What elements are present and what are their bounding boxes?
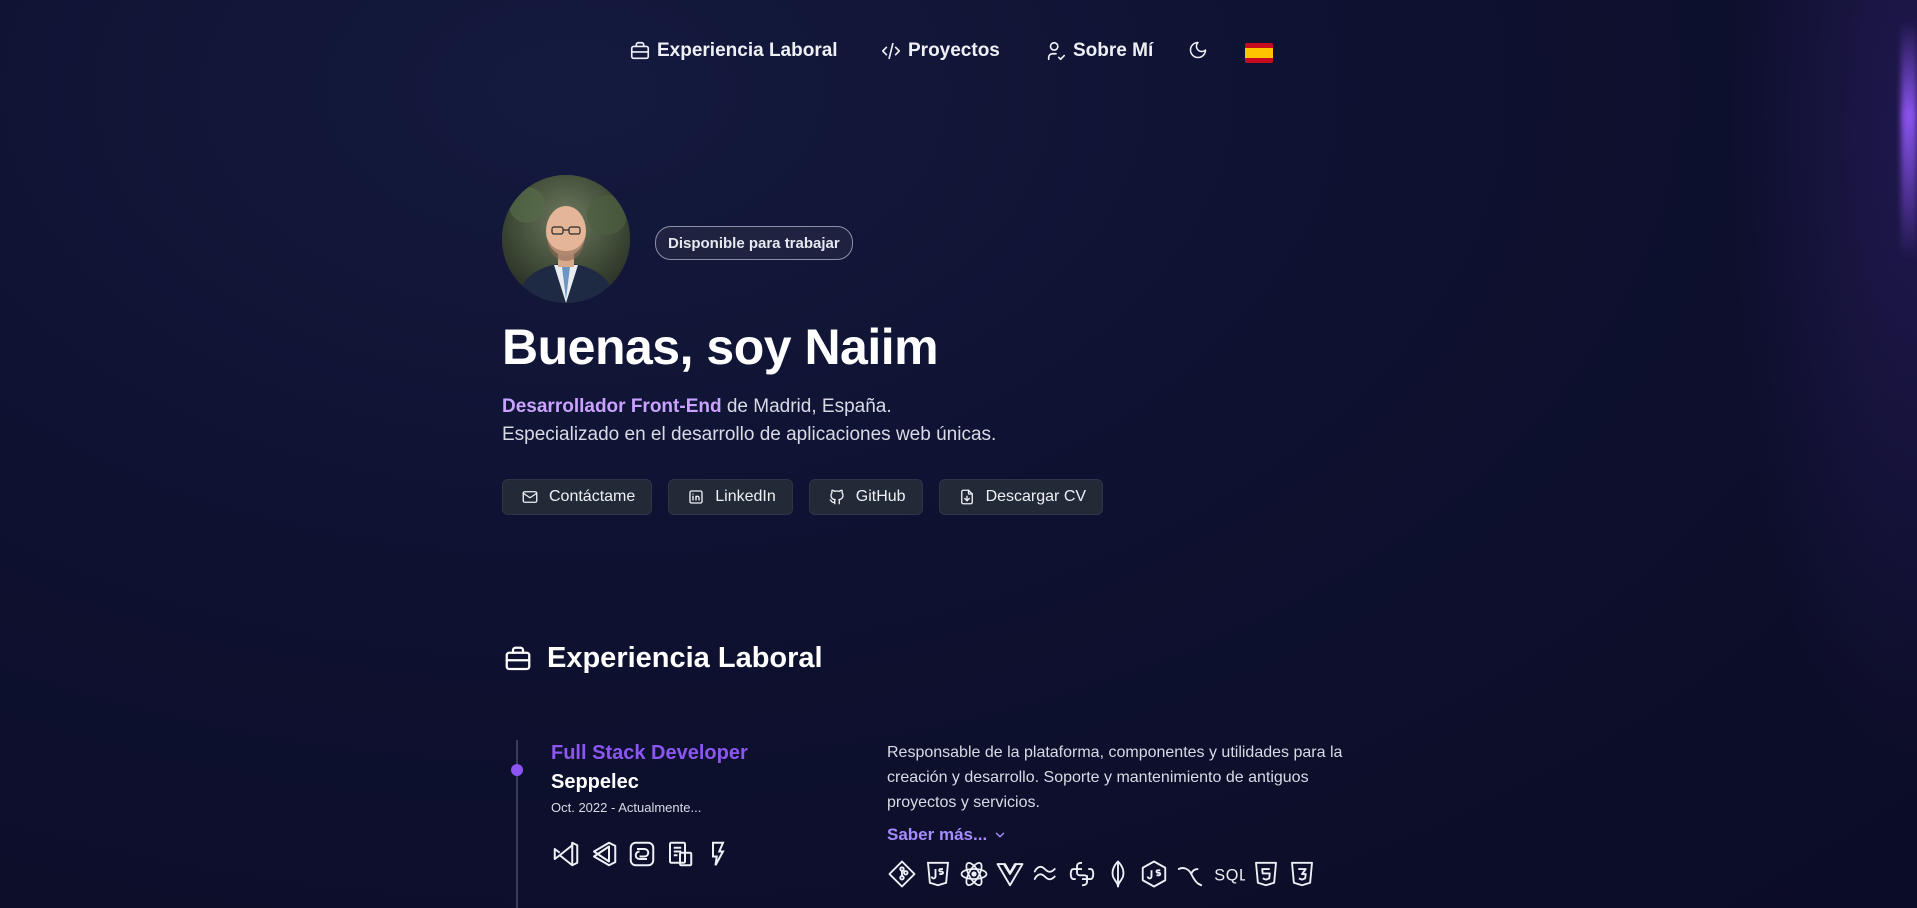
mysql-icon (1177, 867, 1203, 887)
profile-photo (502, 175, 630, 303)
timeline-dot (511, 764, 523, 776)
job-company: Seppelec (551, 771, 639, 793)
page-title: Buenas, soy Naiim (502, 319, 939, 375)
chevron-down-icon (995, 832, 1005, 838)
code-icon (881, 42, 901, 60)
nodejs-icon (1141, 860, 1167, 888)
background-glow (1697, 0, 1917, 908)
vue-icon (996, 863, 1024, 887)
visual-studio-icon (553, 841, 579, 867)
file-download-icon (960, 489, 973, 505)
nav-projects-label: Proyectos (908, 40, 1000, 61)
briefcase-icon (505, 646, 531, 670)
contact-button[interactable]: Contáctame (502, 479, 653, 515)
documents-icon (669, 841, 693, 867)
tailwind-icon (1033, 865, 1056, 881)
learn-more-link[interactable]: Saber más... (887, 825, 1007, 845)
role-highlight: Desarrollador Front-End (502, 396, 722, 417)
user-check-icon (1047, 41, 1066, 61)
download-cv-button[interactable]: Descargar CV (938, 479, 1104, 515)
tagline-text: Especializado en el desarrollo de aplica… (502, 424, 997, 445)
intro-text: Desarrollador Front-End de Madrid, Españ… (502, 393, 996, 449)
linkedin-button[interactable]: LinkedIn (668, 479, 793, 515)
vscode-icon (593, 841, 617, 867)
availability-badge: Disponible para trabajar (655, 226, 853, 260)
nav-experience-label: Experiencia Laboral (657, 40, 838, 61)
github-button[interactable]: GitHub (808, 479, 923, 515)
javascript-icon (926, 861, 950, 887)
briefcase-icon (630, 41, 650, 60)
social-buttons: Contáctame LinkedIn GitHub Descargar CV (502, 479, 1104, 515)
nav-about[interactable]: Sobre Mí (1045, 40, 1153, 62)
react-icon (960, 862, 988, 886)
nav-experience[interactable]: Experiencia Laboral (629, 40, 838, 62)
sql-icon: SQL (1214, 866, 1245, 884)
python-icon (1069, 861, 1095, 887)
github-icon (829, 489, 844, 505)
git-icon (888, 860, 916, 888)
github-label: GitHub (855, 488, 906, 505)
svg-text:SQL: SQL (1214, 866, 1245, 884)
job-date: Oct. 2022 - Actualmente... (551, 800, 702, 815)
location-text: de Madrid, España. (721, 396, 892, 417)
moon-icon (1189, 41, 1207, 59)
mongodb-icon (1111, 860, 1125, 888)
mantine-icon (629, 841, 655, 867)
nav-about-label: Sobre Mí (1073, 40, 1154, 61)
top-navigation: Experiencia Laboral Proyectos Sobre Mí (0, 40, 1917, 68)
css3-icon (1291, 861, 1313, 887)
job-tools-left (551, 839, 733, 869)
nav-projects[interactable]: Proyectos (880, 40, 1000, 62)
linkedin-icon (689, 490, 703, 504)
linkedin-label: LinkedIn (715, 488, 776, 505)
download-cv-label: Descargar CV (985, 488, 1087, 505)
avatar (502, 175, 630, 303)
contact-label: Contáctame (549, 488, 636, 505)
job-title: Full Stack Developer (551, 742, 748, 764)
theme-toggle[interactable] (1188, 40, 1208, 60)
html5-icon (1255, 861, 1277, 887)
job-tools-right: SQL (887, 859, 1317, 889)
experience-heading: Experiencia Laboral (547, 642, 823, 674)
jest-icon (712, 841, 725, 866)
job-description: Responsable de la plataforma, componente… (887, 744, 1343, 811)
spain-flag-icon[interactable] (1245, 43, 1273, 63)
mail-icon (522, 491, 538, 503)
experience-section-title: Experiencia Laboral (503, 642, 823, 675)
learn-more-label: Saber más... (887, 825, 988, 844)
